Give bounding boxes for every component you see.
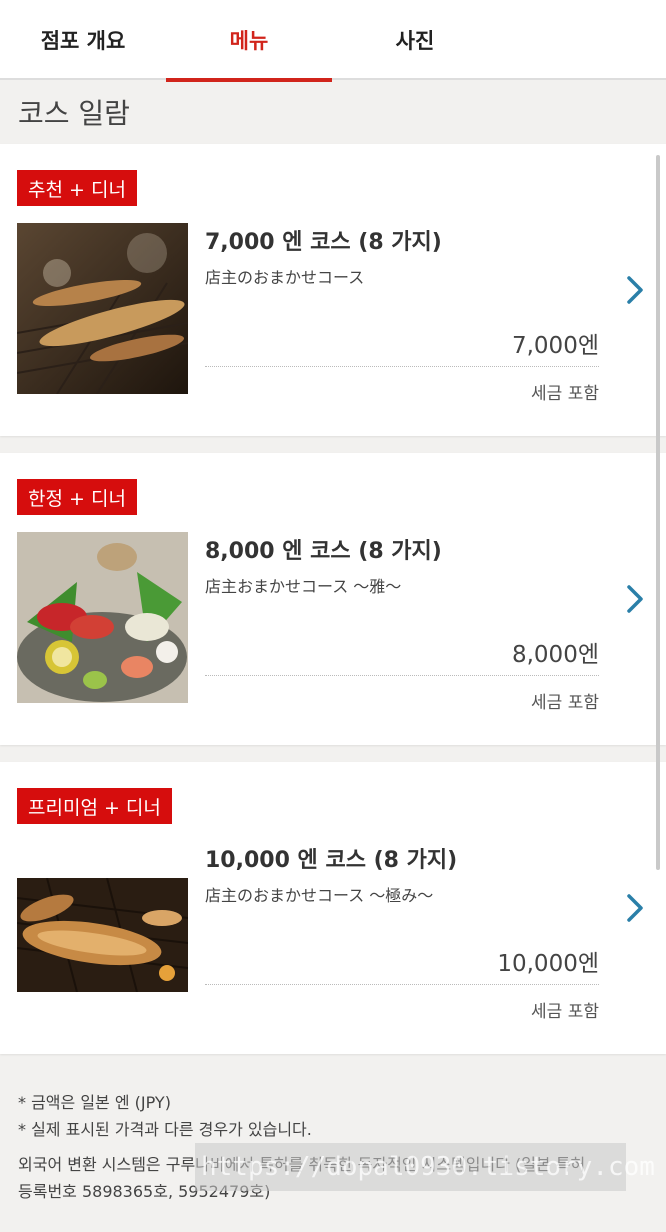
course-name: 8,000 엔 코스 (8 가지) — [205, 539, 442, 564]
chevron-right-icon[interactable] — [624, 583, 646, 615]
chevron-right-icon[interactable] — [624, 892, 646, 924]
tax-label: 세금 포함 — [531, 1002, 599, 1022]
course-image — [17, 878, 188, 992]
note-currency: * 금액은 일본 엔 (JPY) — [18, 1093, 171, 1112]
course-description: 店主のおまかせコース — [205, 268, 365, 287]
course-image — [17, 223, 188, 394]
tab-menu[interactable]: 메뉴 — [166, 0, 332, 82]
course-price: 7,000엔 — [511, 333, 599, 359]
course-price: 10,000엔 — [497, 951, 599, 977]
note-price-difference: * 실제 표시된 가격과 다른 경우가 있습니다. — [18, 1120, 312, 1139]
tax-label: 세금 포함 — [531, 693, 599, 713]
course-image — [17, 532, 188, 703]
course-list: 추천 + 디너 7,000 엔 코스 (8 가지) 店主のおまかせコース 7,0… — [0, 144, 666, 1054]
course-price: 8,000엔 — [511, 642, 599, 668]
course-card[interactable]: 추천 + 디너 7,000 엔 코스 (8 가지) 店主のおまかせコース 7,0… — [0, 144, 666, 436]
divider — [205, 675, 599, 676]
divider — [205, 984, 599, 985]
course-badge: 한정 + 디너 — [17, 479, 137, 515]
course-badge: 추천 + 디너 — [17, 170, 137, 206]
course-name: 10,000 엔 코스 (8 가지) — [205, 848, 458, 873]
course-card[interactable]: 프리미엄 + 디너 10,000 엔 코스 (8 가지) 店主のおまかせコース … — [0, 762, 666, 1054]
course-description: 店主おまかせコース ～雅～ — [205, 577, 402, 596]
chevron-right-icon[interactable] — [624, 274, 646, 306]
tab-photos[interactable]: 사진 — [332, 0, 498, 80]
tab-store-overview[interactable]: 점포 개요 — [0, 0, 166, 80]
watermark: https://dopal0930.tistory.com — [195, 1143, 655, 1191]
divider — [205, 366, 599, 367]
course-name: 7,000 엔 코스 (8 가지) — [205, 230, 442, 255]
course-badge: 프리미엄 + 디너 — [17, 788, 172, 824]
course-card[interactable]: 한정 + 디너 8,000 엔 코스 (8 가지) 店主おまかせコース ～雅～ … — [0, 453, 666, 745]
section-title: 코스 일람 — [18, 97, 130, 130]
tab-bar: 점포 개요 메뉴 사진 — [0, 0, 666, 82]
course-description: 店主のおまかせコース ～極み～ — [205, 886, 434, 905]
tax-label: 세금 포함 — [531, 384, 599, 404]
scrollbar[interactable] — [656, 155, 660, 870]
